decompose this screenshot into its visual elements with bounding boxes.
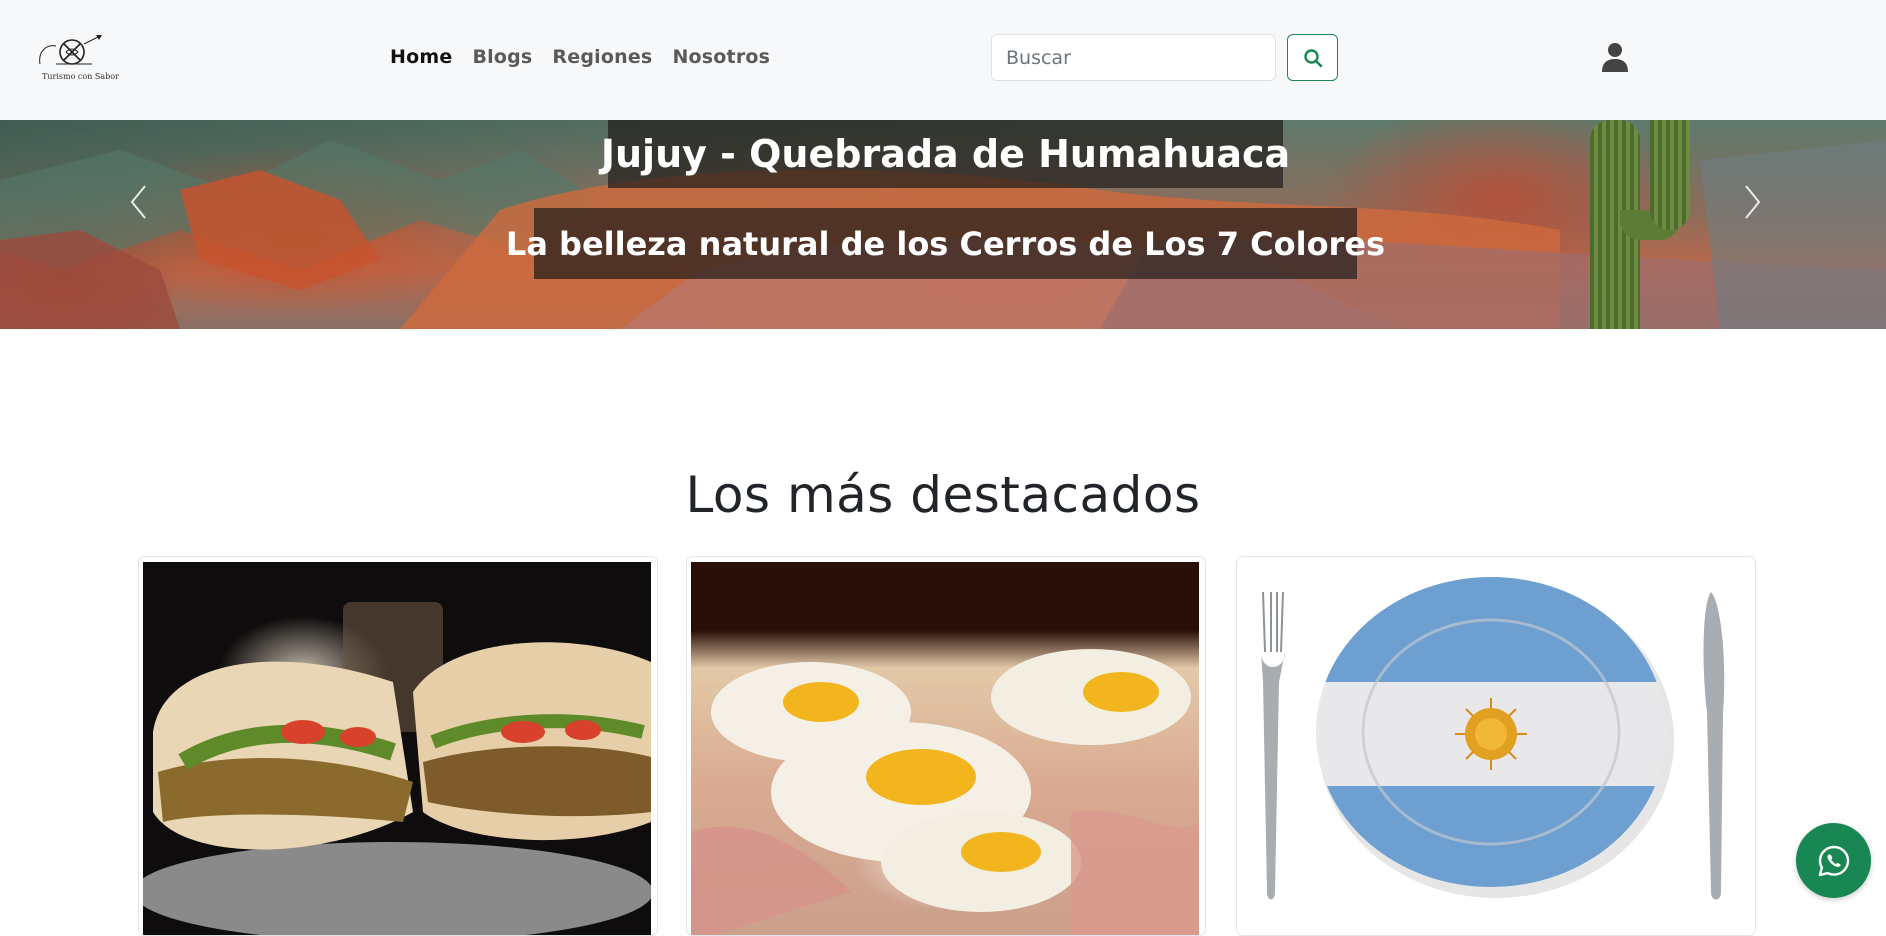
carousel-next-button[interactable] xyxy=(1737,182,1767,222)
argentina-plate-image xyxy=(1261,577,1725,900)
pizza-image xyxy=(691,649,1199,935)
chevron-right-icon xyxy=(1745,185,1761,219)
navbar: Turismo con Sabor Home Blogs Regiones No… xyxy=(0,0,1886,120)
card-image-pizza xyxy=(691,562,1199,935)
card-image-plate xyxy=(1241,562,1749,935)
featured-card[interactable] xyxy=(686,556,1206,936)
search-icon xyxy=(1303,48,1322,67)
featured-title: Los más destacados xyxy=(685,466,1201,524)
sandwich-image xyxy=(143,602,651,935)
logo-text: Turismo con Sabor xyxy=(42,72,119,81)
hero-subtitle: La belleza natural de los Cerros de Los … xyxy=(506,208,1385,279)
nav-blogs[interactable]: Blogs xyxy=(472,46,532,68)
featured-card[interactable] xyxy=(138,556,658,936)
main-nav: Home Blogs Regiones Nosotros xyxy=(390,46,770,68)
cactus-decoration xyxy=(1650,120,1690,230)
whatsapp-icon xyxy=(1818,845,1849,876)
chevron-left-icon xyxy=(130,185,146,219)
card-image-sandwich xyxy=(143,562,651,935)
nav-regiones[interactable]: Regiones xyxy=(552,46,652,68)
nav-home[interactable]: Home xyxy=(390,46,452,68)
nav-nosotros[interactable]: Nosotros xyxy=(672,46,770,68)
featured-card[interactable] xyxy=(1236,556,1756,936)
hero-title: Jujuy - Quebrada de Humahuaca xyxy=(601,120,1290,188)
hero-carousel: Jujuy - Quebrada de Humahuaca La belleza… xyxy=(0,120,1886,329)
user-icon[interactable] xyxy=(1601,42,1629,72)
search-button[interactable] xyxy=(1287,34,1338,81)
search-input[interactable] xyxy=(991,34,1276,81)
carousel-prev-button[interactable] xyxy=(124,182,154,222)
whatsapp-button[interactable] xyxy=(1796,823,1871,898)
